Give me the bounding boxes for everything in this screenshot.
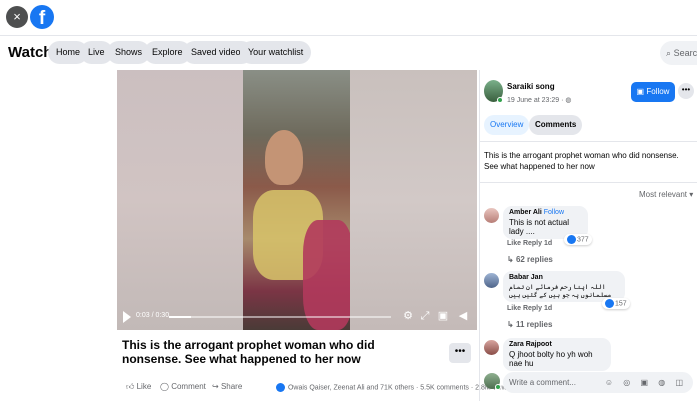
pip-icon[interactable]: ▣ bbox=[437, 310, 449, 322]
comment-reactions: 377 bbox=[564, 234, 592, 245]
comment-bubble: Zara Rajpoot Q jhoot bolty ho yh woh nae… bbox=[503, 338, 611, 371]
write-comment-input[interactable]: Write a comment... ☺ ◎ ▣ ◍ ◫ bbox=[503, 372, 693, 393]
comment-actions[interactable]: Like Reply 1d bbox=[507, 305, 552, 312]
video-blur-left bbox=[117, 70, 243, 330]
top-bar: × f bbox=[0, 0, 697, 36]
video-frame bbox=[243, 70, 353, 330]
page-title: Watch bbox=[8, 44, 53, 61]
more-options-button[interactable]: ••• bbox=[449, 343, 471, 363]
tab-your-watchlist[interactable]: Your watchlist bbox=[240, 41, 312, 64]
sort-dropdown[interactable]: Most relevant ▾ bbox=[639, 190, 693, 199]
online-indicator bbox=[495, 384, 501, 390]
fullscreen-icon[interactable]: ⤢ bbox=[419, 310, 431, 322]
follow-label: Follow bbox=[646, 87, 670, 96]
comment-text: Q jhoot bolty ho yh woh nae hu bbox=[509, 350, 593, 368]
tab-overview[interactable]: Overview bbox=[484, 115, 530, 135]
divider bbox=[480, 182, 697, 183]
reaction-icon bbox=[605, 299, 614, 308]
comment-actions[interactable]: Like Reply 1d bbox=[507, 240, 552, 247]
avatar[interactable] bbox=[484, 340, 499, 355]
share-button[interactable]: ↪ Share bbox=[212, 382, 242, 391]
post-stats: Owais Qaiser, Zeenat Ali and 71K others … bbox=[276, 383, 510, 392]
view-replies[interactable]: ↳ 62 replies bbox=[507, 255, 553, 264]
comment-author[interactable]: Babar Jan bbox=[509, 274, 619, 281]
poster-name[interactable]: Saraiki song bbox=[507, 82, 555, 91]
write-comment-placeholder: Write a comment... bbox=[509, 378, 576, 387]
avatar[interactable] bbox=[484, 208, 499, 223]
video-controls: 0:03 / 0:30 ⚙ ⤢ ▣ ◀ bbox=[117, 305, 477, 329]
watch-nav: Watch Home Live Shows Explore Saved vide… bbox=[0, 38, 697, 68]
follow-icon: ▣ bbox=[636, 87, 647, 96]
video-progress-fill bbox=[169, 316, 192, 318]
poster-more-button[interactable]: ••• bbox=[678, 83, 694, 99]
comment-reactions: 157 bbox=[602, 298, 630, 309]
like-button[interactable]: 👍︎ Like bbox=[126, 382, 151, 392]
comments-count[interactable]: 5.5K comments bbox=[420, 384, 469, 391]
video-title: This is the arrogant prophet woman who d… bbox=[122, 338, 375, 366]
comment-author-name[interactable]: Amber Ali bbox=[509, 209, 542, 216]
play-icon[interactable] bbox=[123, 311, 131, 323]
reply-arrow-icon: ↳ bbox=[507, 255, 516, 264]
video-time: 0:03 / 0:30 bbox=[136, 312, 170, 319]
comment-icon: ◯ bbox=[160, 382, 172, 391]
panel-divider bbox=[479, 70, 480, 401]
video-player[interactable] bbox=[117, 70, 477, 330]
divider bbox=[480, 141, 697, 142]
comment-reaction-count: 377 bbox=[577, 236, 589, 244]
comment-text: اللہ اپنا رحم فرمائے ان تمام مسلمانوں پہ… bbox=[509, 284, 612, 299]
close-icon[interactable]: × bbox=[6, 6, 28, 28]
video-progress-bar[interactable] bbox=[169, 316, 391, 318]
comment-author[interactable]: Amber Ali Follow bbox=[509, 209, 582, 216]
share-icon: ↪ bbox=[212, 382, 221, 391]
settings-icon[interactable]: ⚙ bbox=[402, 310, 414, 322]
avatar[interactable] bbox=[484, 273, 499, 288]
comment-tool-icons[interactable]: ☺ ◎ ▣ ◍ ◫ bbox=[605, 372, 687, 393]
online-indicator bbox=[497, 97, 503, 103]
replies-count: 11 replies bbox=[515, 320, 553, 329]
view-replies[interactable]: ↳ 11 replies bbox=[507, 320, 552, 329]
post-text: This is the arrogant prophet woman who d… bbox=[484, 151, 679, 171]
reactors-text[interactable]: Owais Qaiser, Zeenat Ali and 71K others bbox=[288, 384, 414, 391]
volume-icon[interactable]: ◀ bbox=[457, 310, 469, 322]
post-date: 19 June at 23:29 · ◍ bbox=[507, 96, 572, 104]
reaction-icon bbox=[567, 235, 576, 244]
tab-comments[interactable]: Comments bbox=[529, 115, 583, 135]
search-placeholder: Search bbox=[673, 48, 697, 58]
globe-icon: ◍ bbox=[565, 97, 572, 104]
comment-button[interactable]: ◯ Comment bbox=[160, 382, 206, 391]
comment-follow-link[interactable]: Follow bbox=[544, 209, 564, 216]
video-blur-right bbox=[350, 70, 477, 330]
reply-arrow-icon: ↳ bbox=[507, 320, 516, 329]
video-figure-head bbox=[265, 130, 303, 185]
comment-author[interactable]: Zara Rajpoot bbox=[509, 341, 605, 348]
share-label: Share bbox=[220, 382, 243, 391]
follow-button[interactable]: ▣ Follow bbox=[631, 82, 675, 102]
post-date-text: 19 June at 23:29 · bbox=[507, 97, 566, 104]
facebook-logo[interactable]: f bbox=[30, 5, 54, 29]
comment-reaction-count: 157 bbox=[615, 300, 627, 308]
like-label: Like bbox=[136, 382, 152, 391]
reaction-icon bbox=[276, 383, 285, 392]
comment-label: Comment bbox=[171, 382, 206, 391]
search-input[interactable]: ⌕ Search bbox=[660, 41, 697, 65]
replies-count: 62 replies bbox=[515, 255, 553, 264]
like-icon: 👍︎ bbox=[126, 382, 137, 391]
search-icon: ⌕ bbox=[666, 48, 672, 58]
